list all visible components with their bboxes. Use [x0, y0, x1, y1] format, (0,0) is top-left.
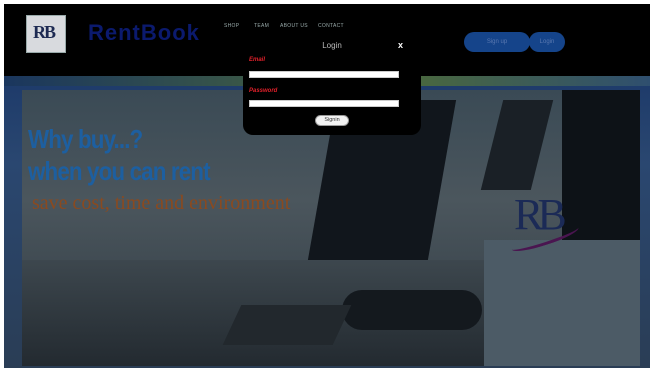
monitor-back — [480, 100, 554, 190]
site-logo[interactable]: RB — [26, 15, 66, 53]
password-field[interactable] — [249, 100, 399, 107]
keyboard — [222, 305, 352, 345]
monitor-right — [562, 90, 640, 240]
login-modal: Login x Email Password Signin — [243, 29, 421, 135]
monitor-stand — [342, 290, 482, 330]
nav-shop[interactable]: SHOP — [224, 23, 239, 29]
login-button[interactable]: Login — [529, 32, 565, 52]
hero-headline-2: when you can rent — [28, 156, 211, 186]
modal-title: Login — [322, 41, 342, 50]
signin-button[interactable]: Signin — [315, 115, 349, 126]
page: RB RentBook SHOP TEAM ABOUT US CONTACT S… — [4, 4, 650, 368]
signup-button[interactable]: Sign up — [464, 32, 530, 52]
logo-text: RB — [33, 22, 56, 42]
hero-headline-1: Why buy...? — [28, 124, 143, 154]
email-label: Email — [249, 57, 266, 63]
close-icon[interactable]: x — [398, 40, 403, 50]
email-field[interactable] — [249, 71, 399, 78]
password-label: Password — [249, 88, 278, 94]
hero-tagline: save cost, time and environment — [32, 192, 291, 214]
brand-name[interactable]: RentBook — [88, 20, 200, 46]
logo-panel — [484, 240, 640, 366]
